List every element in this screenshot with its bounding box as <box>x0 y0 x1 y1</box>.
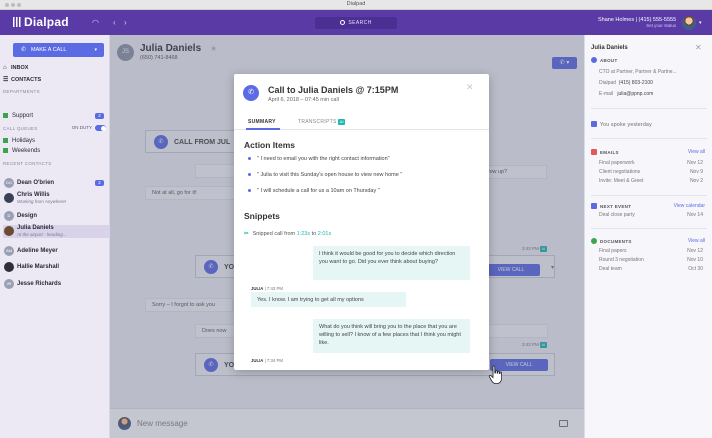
view-calendar-link[interactable]: View calendar <box>655 203 705 209</box>
chevron-down-icon: ▾ <box>94 47 97 53</box>
current-user[interactable]: Shane Holmes | (415) 555-5555 Set your s… <box>598 17 676 29</box>
email-item[interactable]: Client negotiations Nov 9 <box>599 169 707 175</box>
calendar-icon <box>591 203 597 209</box>
search-bar[interactable]: SEARCH <box>315 17 397 29</box>
contact-item[interactable]: Chris Willis Working from Anywhere! <box>3 192 109 205</box>
contact-details-panel: Julia Daniels ✕ ABOUT CTO at Partner, Pa… <box>584 35 712 438</box>
document-item[interactable]: Round 3 negotiation Nov 10 <box>599 257 707 263</box>
home-icon: ⌂ <box>3 65 7 71</box>
modal-tabs: SUMMARY TRANSCRIPTS AI <box>234 114 489 130</box>
departments-label: DEPARTMENTS <box>3 89 40 94</box>
transcript-bubble: What do you think will bring you to the … <box>313 319 470 353</box>
call-summary-modal: ✆ Call to Julia Daniels @ 7:15PM April 6… <box>234 74 489 370</box>
documents-section: DOCUMENTS <box>591 238 632 244</box>
document-icon <box>591 238 597 244</box>
action-items-heading: Action Items <box>244 140 296 150</box>
window-titlebar: Dialpad <box>0 0 712 10</box>
make-a-call-button[interactable]: ✆ MAKE A CALL ▾ <box>13 43 104 57</box>
email-item[interactable]: Invite: Meet & Greet Nov 2 <box>599 178 707 184</box>
chat-icon <box>591 121 597 127</box>
sidebar-item-inbox[interactable]: ⌂ INBOX <box>3 65 28 71</box>
tab-summary[interactable]: SUMMARY <box>248 119 276 125</box>
sidebar-item-holidays[interactable]: Holidays <box>3 137 106 145</box>
document-item[interactable]: Final papers Nov 12 <box>599 248 707 254</box>
hand-cursor-icon <box>488 365 502 384</box>
action-item: " I need to email you with the right con… <box>248 156 390 162</box>
avatar: AM <box>4 246 14 256</box>
modal-title: Call to Julia Daniels @ 7:15PM <box>268 85 399 95</box>
search-icon <box>340 20 346 25</box>
scissors-icon: ✂ <box>244 231 249 237</box>
headset-icon[interactable]: ◠ <box>92 18 99 27</box>
emails-section: EMAILS <box>591 149 619 155</box>
event-item[interactable]: Deal close party Nov 14 <box>599 212 707 218</box>
transcript-meta: JULIA | 7:34 PM <box>251 358 283 363</box>
mail-icon <box>591 149 597 155</box>
phone-icon: ✆ <box>21 47 27 53</box>
snippets-heading: Snippets <box>244 211 280 221</box>
snippet-range: ✂ Snipped call from 1:23s to 2:01s <box>244 231 332 237</box>
document-item[interactable]: Deal team Oct 30 <box>599 266 707 272</box>
phone-icon: ✆ <box>243 85 259 101</box>
contact-item[interactable]: AM Adeline Meyer <box>3 245 109 258</box>
user-avatar[interactable] <box>682 16 696 30</box>
user-status[interactable]: Set your status <box>598 23 676 29</box>
dialpad-logo-icon <box>13 17 21 27</box>
contact-item[interactable]: D Design <box>3 210 109 223</box>
contact-item[interactable]: Julia Daniels At the airport - heading..… <box>3 225 109 238</box>
avatar: JR <box>4 279 14 289</box>
on-duty-toggle[interactable] <box>95 125 106 131</box>
last-spoke: You spoke yesterday <box>591 121 652 128</box>
recent-contacts-label: RECENT CONTACTS <box>3 161 52 166</box>
transcript-bubble: I think it would be good for you to deci… <box>313 246 470 280</box>
avatar <box>4 262 14 272</box>
unread-badge: 2 <box>95 113 104 119</box>
back-arrow-icon[interactable]: ‹ <box>113 18 116 27</box>
contact-item[interactable]: DO Dean O'brien 2 <box>3 177 109 190</box>
contact-item[interactable]: Hallie Marshall <box>3 261 109 274</box>
panel-contact-name: Julia Daniels <box>591 45 628 51</box>
close-icon[interactable]: ✕ <box>466 82 474 93</box>
about-section: ABOUT <box>591 57 618 63</box>
view-all-docs-link[interactable]: View all <box>665 238 705 244</box>
avatar: D <box>4 211 14 221</box>
forward-arrow-icon[interactable]: › <box>124 18 127 27</box>
next-event-section: NEXT EVENT <box>591 203 631 209</box>
chevron-down-icon[interactable]: ▾ <box>699 20 702 26</box>
contact-item[interactable]: JR Jesse Richards <box>3 278 109 291</box>
avatar <box>4 193 14 203</box>
view-all-emails-link[interactable]: View all <box>665 149 705 155</box>
avatar <box>4 226 14 236</box>
app-header: Dialpad ◠ ‹ › SEARCH Shane Holmes | (415… <box>0 10 712 35</box>
person-icon <box>591 57 597 63</box>
action-item: " I will schedule a call for us a 10am o… <box>248 188 380 194</box>
window-title: Dialpad <box>346 1 366 7</box>
action-item: " Julia to visit this Sunday's open hous… <box>248 172 402 178</box>
close-icon[interactable]: ✕ <box>695 43 702 52</box>
transcript-meta: JULIA | 7:43 PM <box>251 286 283 291</box>
on-duty-label: ON DUTY <box>71 125 92 130</box>
contacts-icon: ☰ <box>3 77 9 83</box>
avatar: DO <box>4 178 14 188</box>
sidebar: ✆ MAKE A CALL ▾ ⌂ INBOX ☰ CONTACTS DEPARTM… <box>0 35 110 438</box>
sidebar-item-contacts[interactable]: ☰ CONTACTS <box>3 76 41 83</box>
transcript-bubble: Yes. I know. I am trying to get all my o… <box>251 292 406 307</box>
modal-subtitle: April 6, 2018 – 07:45 min call <box>268 97 339 103</box>
tab-transcripts[interactable]: TRANSCRIPTS AI <box>298 119 346 125</box>
sidebar-item-weekends[interactable]: Weekends <box>3 147 106 155</box>
email-item[interactable]: Final paperwork Nov 12 <box>599 160 707 166</box>
unread-badge: 2 <box>95 180 104 186</box>
brand-logo: Dialpad <box>13 15 69 29</box>
sidebar-item-support[interactable]: Support 2 <box>3 112 106 120</box>
